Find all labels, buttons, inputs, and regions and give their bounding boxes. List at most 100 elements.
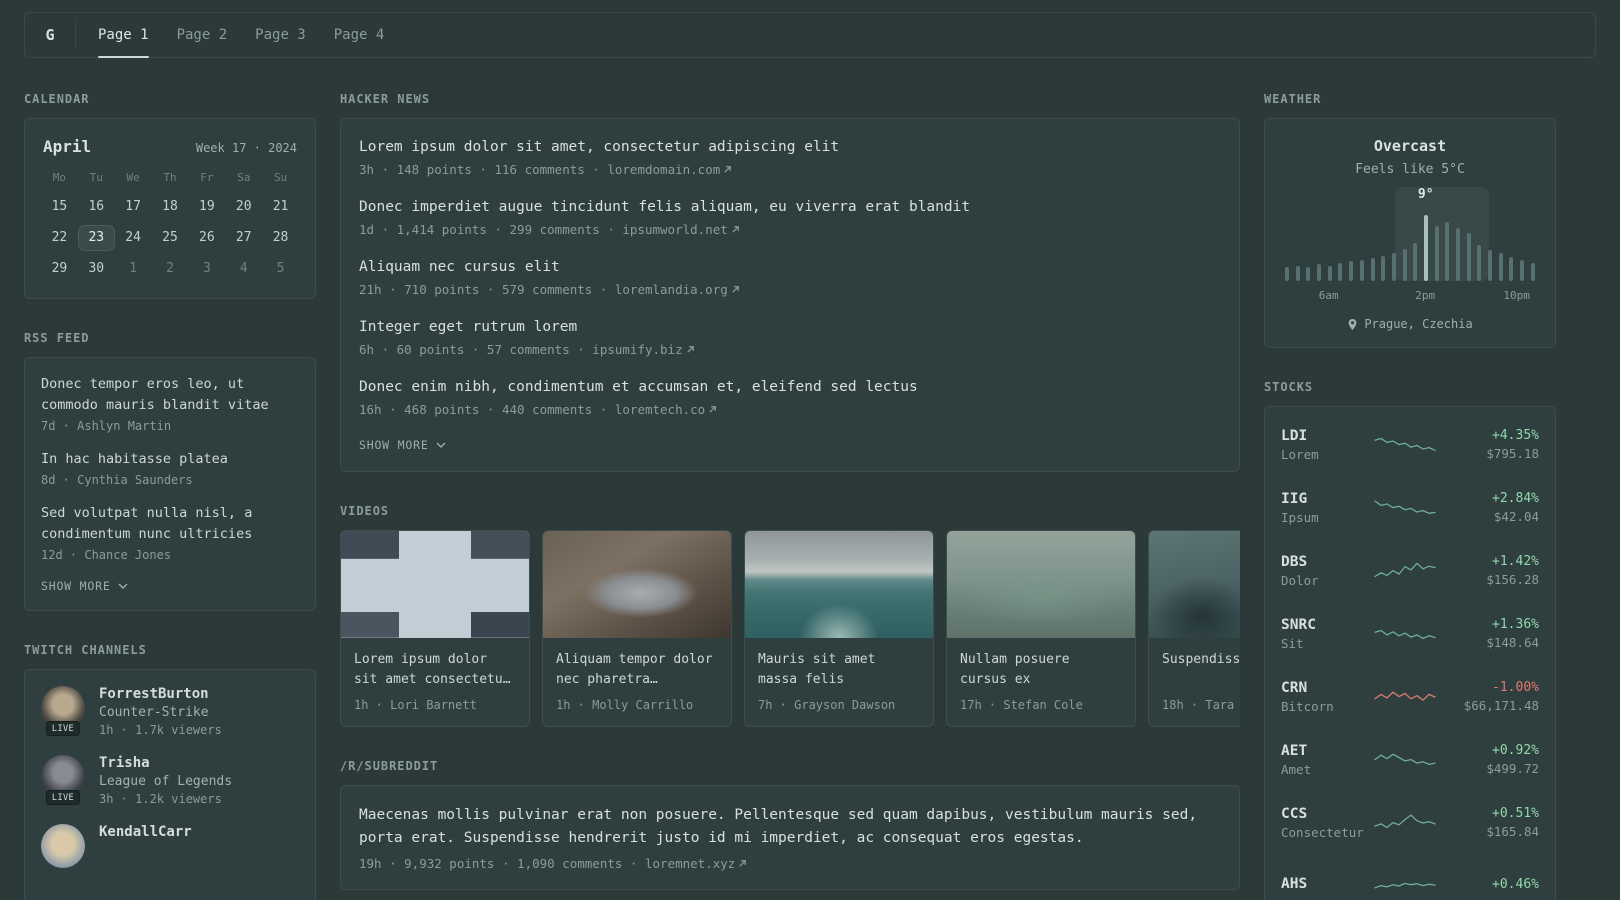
twitch-channel[interactable]: LIVE ForrestBurton Counter-Strike 1h · 1…	[41, 685, 299, 737]
hn-story: Integer eget rutrum lorem 6h · 60 points…	[359, 317, 1221, 357]
stock-symbol: LDI	[1281, 427, 1308, 444]
rss-show-more-button[interactable]: SHOW MORE	[41, 579, 128, 593]
hn-story-domain-link[interactable]: loremtech.co	[615, 402, 717, 417]
video-thumbnail	[341, 531, 529, 639]
hackernews-card: Lorem ipsum dolor sit amet, consectetur …	[340, 118, 1240, 473]
video-card-body: Nullam posuere cursus ex 17h · Stefan Co…	[947, 638, 1135, 726]
rss-item-title[interactable]: Sed volutpat nulla nisl, a condimentum n…	[41, 503, 299, 545]
stock-row[interactable]: AHS +0.46%	[1281, 854, 1539, 900]
videos-section-title: VIDEOS	[340, 504, 390, 519]
middle-column: HACKER NEWS Lorem ipsum dolor sit amet, …	[340, 92, 1240, 900]
stock-sparkline	[1374, 629, 1436, 639]
hn-story-title[interactable]: Donec enim nibh, condimentum et accumsan…	[359, 377, 1221, 398]
calendar-section-title: CALENDAR	[24, 92, 90, 106]
twitch-channel[interactable]: KendallCarr	[41, 823, 299, 868]
calendar-date-cell: 29	[51, 261, 68, 276]
hn-story-title[interactable]: Integer eget rutrum lorem	[359, 317, 1221, 338]
hn-story-domain-link[interactable]: loremdomain.com	[607, 162, 732, 177]
rss-item-title[interactable]: In hac habitasse platea	[41, 449, 299, 470]
tab-page-2[interactable]: Page 2	[177, 13, 228, 57]
location-pin-icon	[1348, 318, 1357, 330]
external-link-icon	[732, 286, 739, 293]
calendar-dow: Th	[163, 171, 177, 184]
tab-page-4[interactable]: Page 4	[334, 13, 385, 57]
stock-row[interactable]: SNRC Sit +1.36% $148.64	[1281, 602, 1539, 665]
top-nav: G Page 1 Page 2 Page 3 Page 4	[24, 12, 1596, 58]
stock-symbol: AHS	[1281, 876, 1308, 892]
stock-change: -1.00%	[1492, 680, 1539, 695]
hn-story-domain-link[interactable]: ipsumworld.net	[622, 222, 739, 237]
stock-id: LDI Lorem	[1281, 428, 1373, 462]
stock-id: IIG Ipsum	[1281, 491, 1373, 525]
video-card[interactable]: Lorem ipsum dolor sit amet consectetu… 1…	[340, 530, 530, 728]
stock-id: SNRC Sit	[1281, 617, 1373, 651]
tab-page-3[interactable]: Page 3	[255, 13, 306, 57]
weather-location-label: Prague, Czechia	[1364, 317, 1473, 331]
hn-story-title[interactable]: Aliquam nec cursus elit	[359, 257, 1221, 278]
stock-symbol: IIG	[1281, 490, 1308, 507]
calendar-widget: CALENDAR April Week 17 · 2024 Mo Tu We T…	[24, 92, 316, 299]
calendar-date-cell: 2	[166, 261, 174, 276]
hackernews-show-more-button[interactable]: SHOW MORE	[359, 438, 446, 452]
stock-row[interactable]: LDI Lorem +4.35% $795.18	[1281, 413, 1539, 476]
tab-page-1[interactable]: Page 1	[98, 13, 149, 58]
stock-price: $795.18	[1486, 446, 1539, 461]
hn-story-domain-link[interactable]: ipsumify.biz	[592, 342, 694, 357]
calendar-date-cell: 4	[239, 261, 248, 276]
video-thumbnail	[947, 531, 1135, 639]
rss-card: Donec tempor eros leo, ut commodo mauris…	[24, 357, 316, 611]
twitch-channel-name: KendallCarr	[99, 823, 192, 840]
stock-row[interactable]: DBS Dolor +1.42% $156.28	[1281, 539, 1539, 602]
hn-story: Donec enim nibh, condimentum et accumsan…	[359, 377, 1221, 417]
hn-story: Lorem ipsum dolor sit amet, consectetur …	[359, 137, 1221, 177]
hn-story-stats: 1d · 1,414 points · 299 comments ·	[359, 222, 623, 238]
hn-story-meta: 1d · 1,414 points · 299 comments · ipsum…	[359, 222, 1221, 237]
stock-symbol: SNRC	[1281, 616, 1316, 633]
video-card[interactable]: Aliquam tempor dolor nec pharetra… 1h · …	[542, 530, 732, 728]
video-card[interactable]: Nullam posuere cursus ex 17h · Stefan Co…	[946, 530, 1136, 728]
calendar-date-cell: 1	[129, 261, 138, 276]
video-card[interactable]: Suspendisse diam 18h · Tara	[1148, 530, 1240, 728]
calendar-date-cell: 18	[162, 199, 178, 214]
stock-price: $156.28	[1486, 572, 1539, 587]
hn-story-stats: 3h · 148 points · 116 comments ·	[359, 162, 608, 178]
video-title: Lorem ipsum dolor sit amet consectetu…	[354, 652, 511, 687]
stock-row[interactable]: CCS Consectetur +0.51% $165.84	[1281, 791, 1539, 854]
stock-row[interactable]: CRN Bitcorn -1.00% $66,171.48	[1281, 665, 1539, 728]
stock-sparkline	[1374, 753, 1436, 765]
hn-story-title[interactable]: Lorem ipsum dolor sit amet, consectetur …	[359, 137, 1221, 158]
calendar-date-cell: 16	[88, 199, 105, 214]
video-title: Nullam posuere cursus ex	[960, 652, 1070, 687]
stock-price: $66,171.48	[1463, 698, 1539, 713]
video-meta: 18h · Tara	[1162, 698, 1235, 713]
hn-story-stats: 21h · 710 points · 579 comments ·	[359, 282, 615, 298]
twitch-channel-info: KendallCarr	[99, 824, 192, 840]
video-meta: 1h · Lori Barnett	[354, 698, 477, 713]
stock-name: Bitcorn	[1281, 698, 1334, 714]
stock-id: CRN Bitcorn	[1281, 680, 1373, 714]
external-link-icon	[709, 406, 717, 413]
app-logo[interactable]: G	[25, 13, 75, 57]
subreddit-post-title[interactable]: Maecenas mollis pulvinar erat non posuer…	[359, 804, 1221, 850]
stock-row[interactable]: AET Amet +0.92% $499.72	[1281, 728, 1539, 791]
calendar-grid: Mo Tu We Th Fr Sa Su 15 16 17 18 19 20 2…	[41, 171, 299, 282]
calendar-date-cell: 22	[51, 230, 68, 245]
rss-item-title[interactable]: Donec tempor eros leo, ut commodo mauris…	[41, 374, 299, 416]
avatar	[41, 823, 85, 868]
hn-story-title[interactable]: Donec imperdiet augue tincidunt felis al…	[359, 197, 1221, 218]
stock-values: -1.00% $66,171.48	[1437, 680, 1539, 713]
calendar-week-label: Week 17 · 2024	[195, 141, 297, 155]
dashboard-layout: CALENDAR April Week 17 · 2024 Mo Tu We T…	[0, 58, 1620, 900]
hn-story-domain-link[interactable]: loremlandia.org	[615, 282, 740, 297]
hackernews-widget: HACKER NEWS Lorem ipsum dolor sit amet, …	[340, 92, 1240, 473]
calendar-date-cell: 25	[162, 230, 178, 245]
time-label: 6am	[1318, 289, 1339, 302]
rss-item-meta: 12d · Chance Jones	[41, 547, 172, 562]
video-card[interactable]: Mauris sit amet massa felis 7h · Grayson…	[744, 530, 934, 728]
subreddit-post-domain-link[interactable]: loremnet.xyz	[645, 856, 747, 871]
calendar-dow: Su	[273, 171, 288, 184]
stock-name: Amet	[1281, 761, 1312, 777]
twitch-channel[interactable]: LIVE Trisha League of Legends 3h · 1.2k …	[41, 754, 299, 806]
stock-row[interactable]: IIG Ipsum +2.84% $42.04	[1281, 476, 1539, 539]
calendar-date-cell: 26	[199, 230, 215, 245]
